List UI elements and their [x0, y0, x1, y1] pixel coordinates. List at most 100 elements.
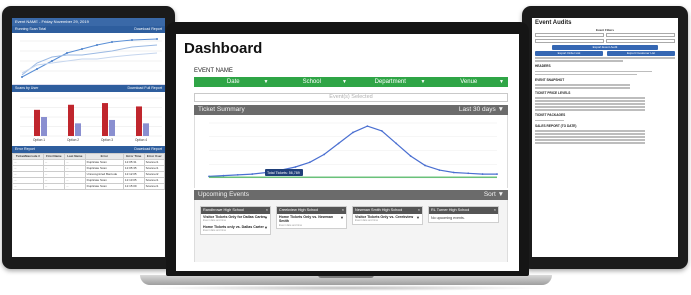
column-header: First Name: [42, 153, 65, 160]
school-card: Newman Smith High School × Visitor Ticke…: [352, 206, 423, 225]
export-event-audit-button[interactable]: Export Event Audit: [552, 45, 658, 50]
export-order-list-button[interactable]: Export Order List: [535, 51, 603, 56]
scans-by-user-download[interactable]: Download Full Report: [127, 85, 162, 92]
section-ticket-price-levels: TICKET PRICE LEVELS: [535, 91, 571, 96]
export-customer-list-button[interactable]: Export Customer List: [607, 51, 675, 56]
ticket-summary-header: Ticket Summary Last 30 days ▼: [194, 105, 508, 115]
event-item[interactable]: Visitor Tickets Only for Dallas Carter E…: [201, 214, 270, 224]
close-icon[interactable]: ×: [342, 207, 344, 214]
filter-department[interactable]: Department ▼: [351, 77, 430, 87]
event-item[interactable]: Visitor Tickets Only vs. Creekview Event…: [353, 214, 422, 224]
error-report-table: Ticket/Barcode # First Name Last Name Error…: [12, 153, 165, 190]
events-selected-field[interactable]: Event(s) Selected: [194, 93, 508, 102]
filter-field[interactable]: [606, 39, 675, 43]
range-selector[interactable]: Last 30 days ▼: [459, 105, 504, 115]
left-tablet-header: Event NAME - Friday November 29, 2019: [12, 18, 165, 26]
range-label: Last 30 days: [458, 106, 496, 113]
event-item[interactable]: Home Tickets only vs. Dallas Carter Even…: [201, 224, 270, 234]
table-cell: 12:15:09: [122, 183, 145, 190]
table-cell: ...: [42, 183, 65, 190]
school-card: Creekview High School × Home Tickets Onl…: [276, 206, 347, 230]
sort-button[interactable]: Sort ▼: [484, 190, 504, 200]
filter-school[interactable]: School ▼: [273, 77, 352, 87]
data-point[interactable]: [251, 173, 254, 175]
close-icon[interactable]: ×: [418, 207, 420, 214]
bar-secondary: [41, 117, 47, 136]
data-point[interactable]: [438, 169, 441, 172]
filter-row-2: [532, 38, 678, 44]
series-line-0: [208, 125, 497, 177]
filter-field[interactable]: [535, 33, 604, 37]
bar-primary: [102, 103, 108, 136]
sort-label: Sort: [483, 191, 496, 198]
data-point[interactable]: [337, 142, 340, 145]
error-report-download[interactable]: Download Report: [134, 146, 162, 153]
data-point[interactable]: [496, 173, 498, 175]
chevron-down-icon: ▼: [499, 79, 504, 85]
no-events-message: No upcoming events.: [431, 216, 465, 220]
section-event-snapshot: EVENT SNAPSHOT: [535, 77, 565, 82]
event-datetime: Event date and time: [355, 219, 379, 223]
event-name-label: EVENT NAME: [194, 68, 233, 74]
filter-department-label: Department: [374, 79, 406, 85]
chart-tooltip: Total Tickets: 56,789: [265, 169, 303, 176]
ticket-summary-title: Ticket Summary: [198, 106, 245, 113]
data-point[interactable]: [323, 153, 326, 156]
data-point[interactable]: [481, 173, 484, 175]
table-row[interactable]: ......... Duplicate Scan 12:15:09 Scanner1: [12, 183, 165, 190]
chevron-down-icon: ▼: [342, 79, 347, 85]
bar-secondary: [109, 119, 115, 136]
school-name: Creekview High School: [279, 208, 319, 212]
export-buttons: Export Order List Export Customer List: [532, 51, 678, 56]
scans-by-user-header: Scans by User Download Full Report: [12, 85, 165, 92]
chevron-down-icon: ▼: [264, 215, 268, 220]
filter-date[interactable]: Date ▼: [194, 77, 273, 87]
data-point[interactable]: [409, 155, 412, 157]
ticket-summary-chart: Total Tickets: 56,789: [194, 115, 508, 188]
chevron-down-icon: ▼: [497, 191, 504, 198]
close-icon[interactable]: ×: [494, 207, 496, 214]
bar-label: Option 4: [135, 138, 147, 142]
data-point[interactable]: [352, 131, 354, 134]
placeholder-line: [535, 84, 630, 86]
data-point[interactable]: [380, 129, 383, 132]
data-point[interactable]: [467, 172, 470, 175]
event-title: Event NAME - Friday November 29, 2019: [15, 19, 89, 24]
school-card-header: Newman Smith High School ×: [353, 207, 422, 214]
data-point[interactable]: [424, 164, 426, 167]
close-icon[interactable]: ×: [266, 207, 268, 214]
dashboard-screen: Dashboard EVENT NAME Date ▼ School ▼ Dep…: [176, 34, 519, 271]
school-name: Randhrowe High School: [203, 208, 244, 212]
data-point[interactable]: [452, 171, 455, 174]
event-datetime: Event date and time: [279, 223, 303, 227]
page-title: Dashboard: [184, 40, 263, 57]
bar-secondary: [75, 123, 81, 136]
bar-label: Option 1: [33, 138, 45, 142]
placeholder-line: [535, 70, 652, 73]
data-point[interactable]: [366, 125, 369, 128]
product-showcase: Event NAME - Friday November 29, 2019 Ru…: [0, 0, 691, 295]
chevron-down-icon: ▼: [340, 215, 344, 220]
data-point[interactable]: [222, 174, 225, 177]
bar-secondary: [143, 123, 149, 136]
running-total-svg: [20, 38, 162, 78]
error-report-title: Error Report: [15, 147, 35, 151]
filter-field[interactable]: [606, 33, 675, 37]
running-total-download[interactable]: Download Report: [134, 26, 162, 33]
filter-venue[interactable]: Venue ▼: [430, 77, 509, 87]
data-point[interactable]: [395, 142, 398, 145]
data-point[interactable]: [236, 173, 239, 176]
filter-field[interactable]: [535, 39, 604, 43]
bar-label: Option 3: [101, 138, 113, 142]
placeholder-line: [535, 130, 645, 132]
bar-primary: [68, 104, 74, 136]
left-tablet-screen: Event NAME - Friday November 29, 2019 Ru…: [12, 18, 165, 257]
data-point[interactable]: [308, 161, 311, 164]
event-datetime: Event date and time: [203, 229, 227, 233]
placeholder-line: [535, 136, 645, 138]
school-card: Randhrowe High School × Visitor Tickets …: [200, 206, 271, 235]
event-item[interactable]: Home Tickets Only vs. Newman Smith Event…: [277, 214, 346, 228]
column-header: Last Name: [63, 153, 86, 160]
table-cell: ...: [63, 183, 86, 190]
data-point[interactable]: [294, 166, 297, 168]
